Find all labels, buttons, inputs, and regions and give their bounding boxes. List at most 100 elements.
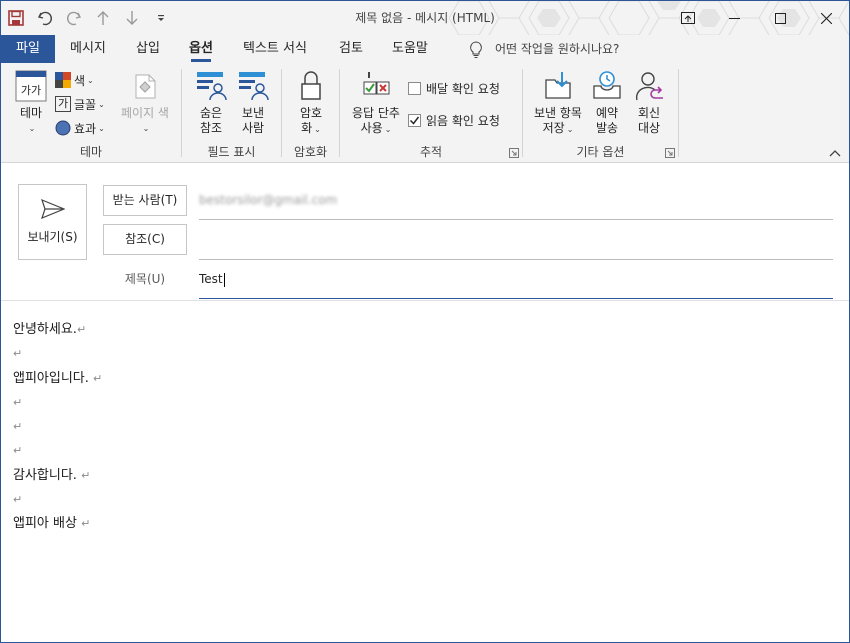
fonts-label: 글꼴	[74, 97, 97, 112]
ribbon-group-show-fields: 숨은 참조 보낸 사람 필드 표시	[182, 63, 281, 163]
voting-label-2: 사용 ⌄	[360, 121, 392, 135]
checkmark-icon	[409, 116, 420, 125]
effects-button[interactable]: 효과 ⌄	[55, 117, 105, 139]
tab-file[interactable]: 파일	[1, 35, 55, 63]
svg-text:가가: 가가	[21, 84, 41, 97]
chevron-down-icon: ⌄	[28, 124, 36, 133]
ribbon-display-options-button[interactable]	[665, 1, 711, 35]
redo-button[interactable]	[59, 1, 88, 35]
tab-format-text[interactable]: 텍스트 서식	[243, 35, 307, 63]
to-field[interactable]: bestorsilor@gmail.com	[199, 193, 337, 209]
dialog-launcher-icon[interactable]	[509, 148, 519, 158]
save-button[interactable]	[1, 1, 30, 35]
tab-options-label: 옵션	[189, 41, 213, 56]
body-line: 감사합니다. ↵	[13, 467, 91, 483]
encrypt-button[interactable]: 암호 화 ⌄	[292, 69, 330, 137]
message-body[interactable]: 안녕하세요.↵ ↵ 앱피아입니다. ↵ ↵ ↵ ↵ 감사합니다. ↵ ↵ 앱피아…	[13, 318, 102, 537]
from-button[interactable]: 보낸 사람	[234, 69, 272, 136]
customize-qat-button[interactable]	[146, 1, 175, 35]
subject-field-underline	[199, 298, 833, 299]
save-sent-item-button[interactable]: 보낸 항목 저장 ⌄	[529, 69, 587, 137]
ribbon-tab-bar: 파일 메시지 삽입 옵션 텍스트 서식 검토 도움말	[1, 35, 849, 63]
ribbon-group-more-options: 보낸 항목 저장 ⌄ 예약 발송 회신 대상 기타 옵션	[523, 63, 678, 163]
show-fields-group-label: 필드 표시	[207, 145, 256, 159]
delay-delivery-label-2: 발송	[595, 121, 619, 135]
body-line: ↵	[13, 420, 23, 434]
bcc-icon	[194, 69, 228, 103]
theme-icon: 가가	[14, 69, 48, 103]
title-bar: 제목 없음 - 메시지 (HTML)	[1, 1, 849, 35]
body-line: 앱피아입니다. ↵	[13, 370, 103, 386]
cc-field-underline	[199, 259, 833, 260]
font-icon: 가	[55, 96, 71, 112]
read-receipt-label: 읽음 확인 요청	[426, 113, 500, 128]
body-line: ↵	[13, 444, 23, 458]
direct-replies-to-button[interactable]: 회신 대상	[629, 69, 669, 136]
save-sent-label-1: 보낸 항목	[534, 106, 582, 120]
collapse-ribbon-icon[interactable]	[829, 148, 841, 158]
lock-icon	[294, 69, 328, 103]
from-label-1: 보낸	[241, 106, 265, 120]
read-receipt-check	[408, 113, 421, 127]
delay-delivery-button[interactable]: 예약 발송	[587, 69, 627, 136]
read-receipt-checkbox[interactable]: 읽음 확인 요청	[408, 109, 500, 131]
subject-field[interactable]: Test	[199, 272, 225, 287]
save-sent-label-2: 저장 ⌄	[542, 121, 574, 135]
delay-delivery-label-1: 예약	[595, 106, 619, 120]
paint-bucket-icon	[128, 69, 162, 103]
body-line: ↵	[13, 493, 23, 507]
from-icon	[236, 69, 270, 103]
minimize-icon	[728, 17, 740, 19]
save-icon	[7, 10, 24, 26]
tab-message[interactable]: 메시지	[70, 35, 106, 63]
window-controls	[665, 1, 849, 35]
subject-label: 제목(U)	[124, 272, 166, 286]
fonts-button[interactable]: 가 글꼴 ⌄	[55, 93, 105, 115]
tab-help[interactable]: 도움말	[392, 35, 428, 63]
send-button[interactable]: 보내기(S)	[18, 184, 87, 260]
ribbon: 가가 테마 ⌄ 색 ⌄ 가 글꼴 ⌄ 효과 ⌄ 페이지 색 ⌄ 테마 숨은 참조…	[1, 63, 849, 163]
voting-buttons-button[interactable]: 응답 단추 사용 ⌄	[348, 69, 404, 137]
send-icon	[40, 199, 65, 219]
colors-button[interactable]: 색 ⌄	[55, 69, 94, 91]
chevron-down-icon: ⌄	[142, 124, 150, 133]
ribbon-group-theme: 가가 테마 ⌄ 색 ⌄ 가 글꼴 ⌄ 효과 ⌄ 페이지 색 ⌄ 테마	[1, 63, 181, 163]
theme-button[interactable]: 가가 테마 ⌄	[13, 69, 49, 136]
dialog-launcher-icon[interactable]	[665, 148, 675, 158]
cc-button[interactable]: 참조(C)	[103, 224, 187, 255]
chevron-down-icon: ⌄	[87, 75, 94, 85]
quick-access-toolbar	[1, 1, 175, 35]
send-button-label: 보내기(S)	[27, 230, 78, 244]
tell-me-search[interactable]: 어떤 작업을 원하시나요?	[469, 35, 619, 63]
move-up-button[interactable]	[88, 1, 117, 35]
close-button[interactable]	[803, 1, 849, 35]
cc-field[interactable]	[199, 231, 833, 255]
body-line: 안녕하세요.↵	[13, 322, 87, 337]
minimize-button[interactable]	[711, 1, 757, 35]
from-label-2: 사람	[241, 121, 265, 135]
chevron-down-icon: ⌄	[98, 99, 105, 109]
active-tab-indicator	[191, 59, 211, 62]
tell-me-text: 어떤 작업을 원하시나요?	[495, 42, 620, 56]
bcc-button[interactable]: 숨은 참조	[192, 69, 230, 136]
ribbon-group-tracking: 응답 단추 사용 ⌄ 배달 확인 요청 읽음 확인 요청 추적	[340, 63, 522, 163]
bcc-label-1: 숨은	[199, 106, 223, 120]
page-color-button[interactable]: 페이지 색 ⌄	[117, 69, 173, 136]
undo-button[interactable]	[30, 1, 59, 35]
maximize-button[interactable]	[757, 1, 803, 35]
tab-options[interactable]: 옵션	[189, 35, 213, 63]
header-divider	[1, 300, 849, 301]
delivery-receipt-checkbox[interactable]: 배달 확인 요청	[408, 77, 500, 99]
redo-icon	[66, 11, 81, 26]
effects-icon	[55, 120, 71, 136]
tab-review[interactable]: 검토	[339, 35, 363, 63]
tab-insert[interactable]: 삽입	[136, 35, 160, 63]
voting-icon	[359, 69, 393, 103]
theme-group-label: 테마	[79, 145, 103, 159]
subject-text: Test	[199, 272, 223, 286]
direct-replies-icon	[632, 69, 666, 103]
move-down-button[interactable]	[117, 1, 146, 35]
lightbulb-icon	[470, 40, 482, 58]
up-arrow-icon	[97, 11, 108, 25]
to-button[interactable]: 받는 사람(T)	[103, 185, 187, 216]
